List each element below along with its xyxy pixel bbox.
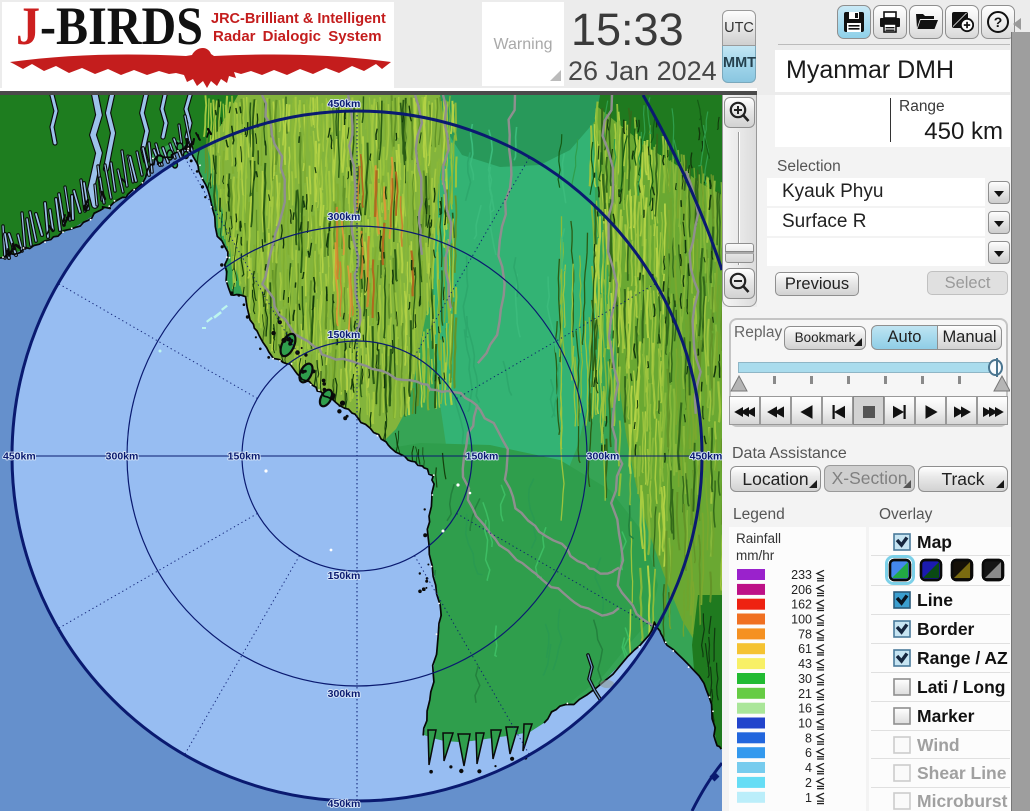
svg-text:16: 16 [798,702,812,716]
svg-text:1: 1 [805,791,812,805]
svg-text:21: 21 [798,687,812,701]
svg-text:300km: 300km [587,451,620,463]
svg-text:78: 78 [798,627,812,641]
svg-text:150km: 150km [328,570,361,582]
svg-text:450km: 450km [3,451,36,463]
svg-text:206: 206 [791,583,812,597]
svg-text:450km: 450km [328,98,361,110]
svg-text:4: 4 [805,761,812,775]
svg-text:150km: 150km [228,451,261,463]
svg-text:2: 2 [805,776,812,790]
svg-text:150km: 150km [328,329,361,341]
svg-text:8: 8 [805,731,812,745]
svg-text:100: 100 [791,613,812,627]
svg-text:450km: 450km [328,798,361,810]
svg-text:6: 6 [805,746,812,760]
svg-text:300km: 300km [328,688,361,700]
svg-text:162: 162 [791,598,812,612]
svg-text:10: 10 [798,717,812,731]
svg-text:61: 61 [798,642,812,656]
svg-text:30: 30 [798,672,812,686]
svg-text:300km: 300km [328,211,361,223]
svg-text:233: 233 [791,568,812,582]
svg-text:450km: 450km [690,451,722,463]
svg-text:?: ? [994,14,1003,30]
svg-text:150km: 150km [466,451,499,463]
svg-text:43: 43 [798,657,812,671]
svg-text:300km: 300km [106,451,139,463]
